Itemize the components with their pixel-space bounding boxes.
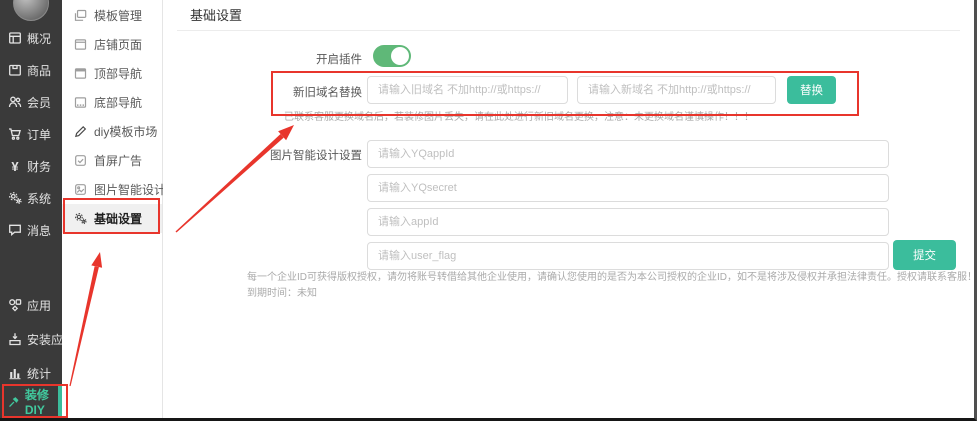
sidebar-item-label: 财务 (27, 158, 51, 175)
sidebar-item-apps[interactable]: 应用 (0, 288, 62, 322)
diy-market-pencil-icon (74, 125, 87, 138)
apps-icon (8, 298, 22, 312)
avatar[interactable] (13, 0, 49, 21)
subnav-item-top-nav[interactable]: 顶部导航 (62, 59, 162, 88)
stats-icon (8, 366, 22, 380)
goods-icon (8, 63, 22, 77)
old-domain-input[interactable] (367, 76, 568, 104)
system-gear-icon (8, 191, 22, 205)
sidebar-item-finance[interactable]: ¥ 财务 (0, 150, 62, 182)
sidebar-item-label: 会员 (27, 94, 51, 111)
subnav-item-label: 首屏广告 (94, 152, 142, 169)
sidebar-item-label: 消息 (27, 222, 51, 239)
license-note: 每一个企业ID可获得版权授权，请勿将账号转借给其他企业使用，请确认您使用的是否为… (247, 268, 977, 283)
subnav-item-label: 模板管理 (94, 7, 142, 24)
main-nav: 概况 商品 会员 订单 ¥ 财务 系统 (0, 22, 62, 246)
sidebar-item-orders[interactable]: 订单 (0, 118, 62, 150)
new-domain-input[interactable] (577, 76, 776, 104)
submit-button[interactable]: 提交 (893, 240, 956, 270)
subnav-item-label: 底部导航 (94, 94, 142, 111)
subnav-item-image-ai-design[interactable]: 图片智能设计 (62, 175, 162, 204)
domain-replace-hint: 已联系客服更换域名后，若装修图片丢失，请在此处进行新旧域名更换，注意：未更换域名… (284, 108, 754, 123)
basic-settings-gear-icon (74, 212, 87, 225)
image-ai-design-icon (74, 183, 87, 196)
shop-page-icon (74, 38, 87, 51)
sidebar-item-label: 商品 (27, 62, 51, 79)
content-panel: 基础设置 开启插件 新旧域名替换 替换 已联系客服更换域名后，若装修图片丢失，请… (163, 0, 974, 418)
subnav-item-diy-market[interactable]: diy模板市场 (62, 117, 162, 146)
dashboard-icon (8, 31, 22, 45)
admin-window: 概况 商品 会员 订单 ¥ 财务 系统 (0, 0, 977, 421)
subnav-item-template-manage[interactable]: 模板管理 (62, 1, 162, 30)
yqappid-input[interactable] (367, 140, 889, 168)
sidebar-item-label: 统计 (27, 365, 51, 382)
finance-yen-icon: ¥ (8, 159, 22, 174)
sidebar-item-install-apps[interactable]: 安装应用 (0, 322, 62, 356)
template-manage-icon (74, 9, 87, 22)
image-design-label: 图片智能设计设置 (167, 147, 362, 163)
sidebar-item-members[interactable]: 会员 (0, 86, 62, 118)
subnav-item-label: 基础设置 (94, 210, 142, 227)
subnav-item-banner-ad[interactable]: 首屏广告 (62, 146, 162, 175)
subnav-item-label: 图片智能设计 (94, 181, 166, 198)
install-app-icon (8, 332, 22, 346)
members-icon (8, 95, 22, 109)
sidebar-item-goods[interactable]: 商品 (0, 54, 62, 86)
sidebar-item-messages[interactable]: 消息 (0, 214, 62, 246)
expire-time-text: 到期时间：未知 (247, 284, 317, 299)
bottom-nav-icon (74, 96, 87, 109)
orders-cart-icon (8, 127, 22, 141)
diy-sub-nav: 模板管理 店铺页面 顶部导航 底部导航 diy模板市场 首屏广告 (62, 0, 162, 233)
yqsecret-input[interactable] (367, 174, 889, 202)
sidebar-item-label: 装修DIY (25, 386, 62, 417)
appid-input[interactable] (367, 208, 889, 236)
main-nav-bottom: 应用 安装应用 统计 (0, 288, 62, 390)
subnav-item-label: 店铺页面 (94, 36, 142, 53)
page-title: 基础设置 (177, 0, 960, 31)
plugin-toggle-label: 开启插件 (167, 51, 362, 67)
subnav-item-label: diy模板市场 (94, 123, 157, 140)
main-sidebar: 概况 商品 会员 订单 ¥ 财务 系统 (0, 0, 62, 418)
plugin-toggle-switch[interactable] (373, 45, 411, 67)
sidebar-item-system[interactable]: 系统 (0, 182, 62, 214)
subnav-item-label: 顶部导航 (94, 65, 142, 82)
diy-hammer-icon (8, 395, 20, 409)
domain-replace-label: 新旧域名替换 (167, 84, 362, 100)
sidebar-item-label: 订单 (27, 126, 51, 143)
sidebar-item-label: 概况 (27, 30, 51, 47)
sidebar-item-overview[interactable]: 概况 (0, 22, 62, 54)
subnav-item-bottom-nav[interactable]: 底部导航 (62, 88, 162, 117)
diy-sub-sidebar: 模板管理 店铺页面 顶部导航 底部导航 diy模板市场 首屏广告 (62, 0, 163, 418)
sidebar-item-label: 系统 (27, 190, 51, 207)
subnav-item-basic-settings[interactable]: 基础设置 (62, 204, 162, 233)
top-nav-icon (74, 67, 87, 80)
replace-button[interactable]: 替换 (787, 76, 836, 104)
message-icon (8, 223, 22, 237)
sidebar-item-label: 应用 (27, 297, 51, 314)
banner-ad-icon (74, 154, 87, 167)
sidebar-item-diy[interactable]: 装修DIY (0, 385, 62, 418)
user-flag-input[interactable] (367, 242, 889, 270)
subnav-item-shop-page[interactable]: 店铺页面 (62, 30, 162, 59)
